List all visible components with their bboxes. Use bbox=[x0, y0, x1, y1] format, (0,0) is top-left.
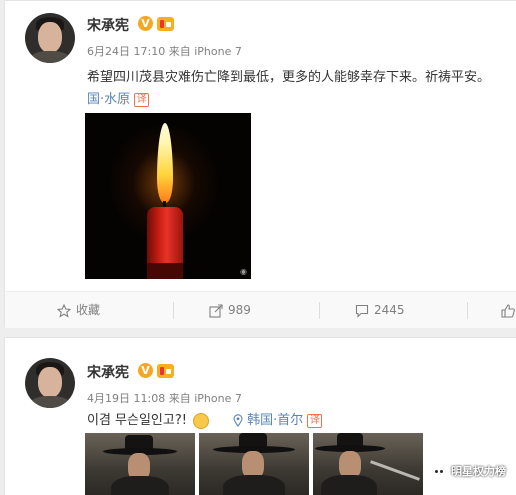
location-label[interactable]: 国·水原 bbox=[87, 92, 130, 107]
post-text: 希望四川茂县灾难伤亡降到最低，更多的人能够幸存下来。祈祷平安。 bbox=[87, 70, 491, 85]
weibo-post-card: 宋承宪 V 6月24日 17:10 来自 iPhone 7 希望四川茂县灾难伤亡… bbox=[4, 0, 516, 328]
post-source[interactable]: iPhone 7 bbox=[194, 45, 242, 58]
location-pin-icon bbox=[233, 414, 243, 427]
source-prefix: 来自 bbox=[168, 45, 191, 58]
post-timestamp[interactable]: 6月24日 17:10 bbox=[87, 45, 165, 58]
post-image-thumbnail[interactable] bbox=[199, 433, 309, 495]
repost-button[interactable]: 989 bbox=[209, 292, 251, 329]
username[interactable]: 宋承宪 bbox=[87, 15, 129, 35]
post-image-thumbnail[interactable] bbox=[313, 433, 423, 495]
thumbs-up-icon bbox=[501, 303, 515, 318]
username[interactable]: 宋承宪 bbox=[87, 362, 129, 382]
star-icon bbox=[57, 303, 71, 318]
image-watermark-icon: ◉ bbox=[240, 267, 247, 276]
avatar[interactable] bbox=[25, 13, 75, 63]
verified-v-icon: V bbox=[138, 363, 153, 378]
favorite-button[interactable]: 收藏 bbox=[57, 292, 100, 329]
post-meta: 6月24日 17:10 来自 iPhone 7 bbox=[87, 43, 242, 59]
wechat-watermark-text: 明星权力榜 bbox=[451, 465, 506, 478]
post-source[interactable]: iPhone 7 bbox=[194, 392, 242, 405]
location-link[interactable]: 国·水原 译 bbox=[87, 88, 150, 107]
comment-count: 2445 bbox=[374, 303, 405, 317]
verified-v-icon: V bbox=[138, 16, 153, 31]
post-image-candle[interactable]: ◉ bbox=[85, 113, 251, 279]
action-bar: 收藏 989 2445 bbox=[5, 291, 516, 328]
comment-button[interactable]: 2445 bbox=[355, 292, 405, 329]
post-timestamp[interactable]: 4月19日 11:08 bbox=[87, 392, 165, 405]
favorite-label: 收藏 bbox=[76, 303, 101, 317]
source-prefix: 来自 bbox=[168, 392, 191, 405]
translate-icon[interactable]: 译 bbox=[134, 92, 150, 107]
member-badge-icon[interactable] bbox=[157, 17, 174, 31]
post-image-thumbnail[interactable] bbox=[85, 433, 195, 495]
wechat-watermark: 明星权力榜 bbox=[431, 463, 506, 479]
repost-icon bbox=[209, 303, 223, 318]
avatar[interactable] bbox=[25, 358, 75, 408]
comment-icon bbox=[355, 304, 369, 318]
weibo-post-card: 宋承宪 V 4月19日 11:08 来自 iPhone 7 이겸 무슨일인고?!… bbox=[4, 337, 516, 495]
post-text: 이겸 무슨일인고?! bbox=[87, 413, 187, 428]
location-link[interactable]: 韩国·首尔 译 bbox=[233, 409, 323, 428]
candle-graphic bbox=[147, 207, 183, 267]
wechat-icon bbox=[431, 465, 447, 479]
repost-count: 989 bbox=[228, 303, 251, 317]
location-label[interactable]: 韩国·首尔 bbox=[247, 413, 303, 428]
like-button[interactable] bbox=[501, 292, 516, 329]
post-meta: 4月19日 11:08 来自 iPhone 7 bbox=[87, 390, 242, 406]
post-text-line: 이겸 무슨일인고?! bbox=[87, 409, 210, 429]
member-badge-icon[interactable] bbox=[157, 364, 174, 378]
thinking-emoji-icon bbox=[193, 412, 210, 429]
translate-icon[interactable]: 译 bbox=[307, 413, 323, 428]
